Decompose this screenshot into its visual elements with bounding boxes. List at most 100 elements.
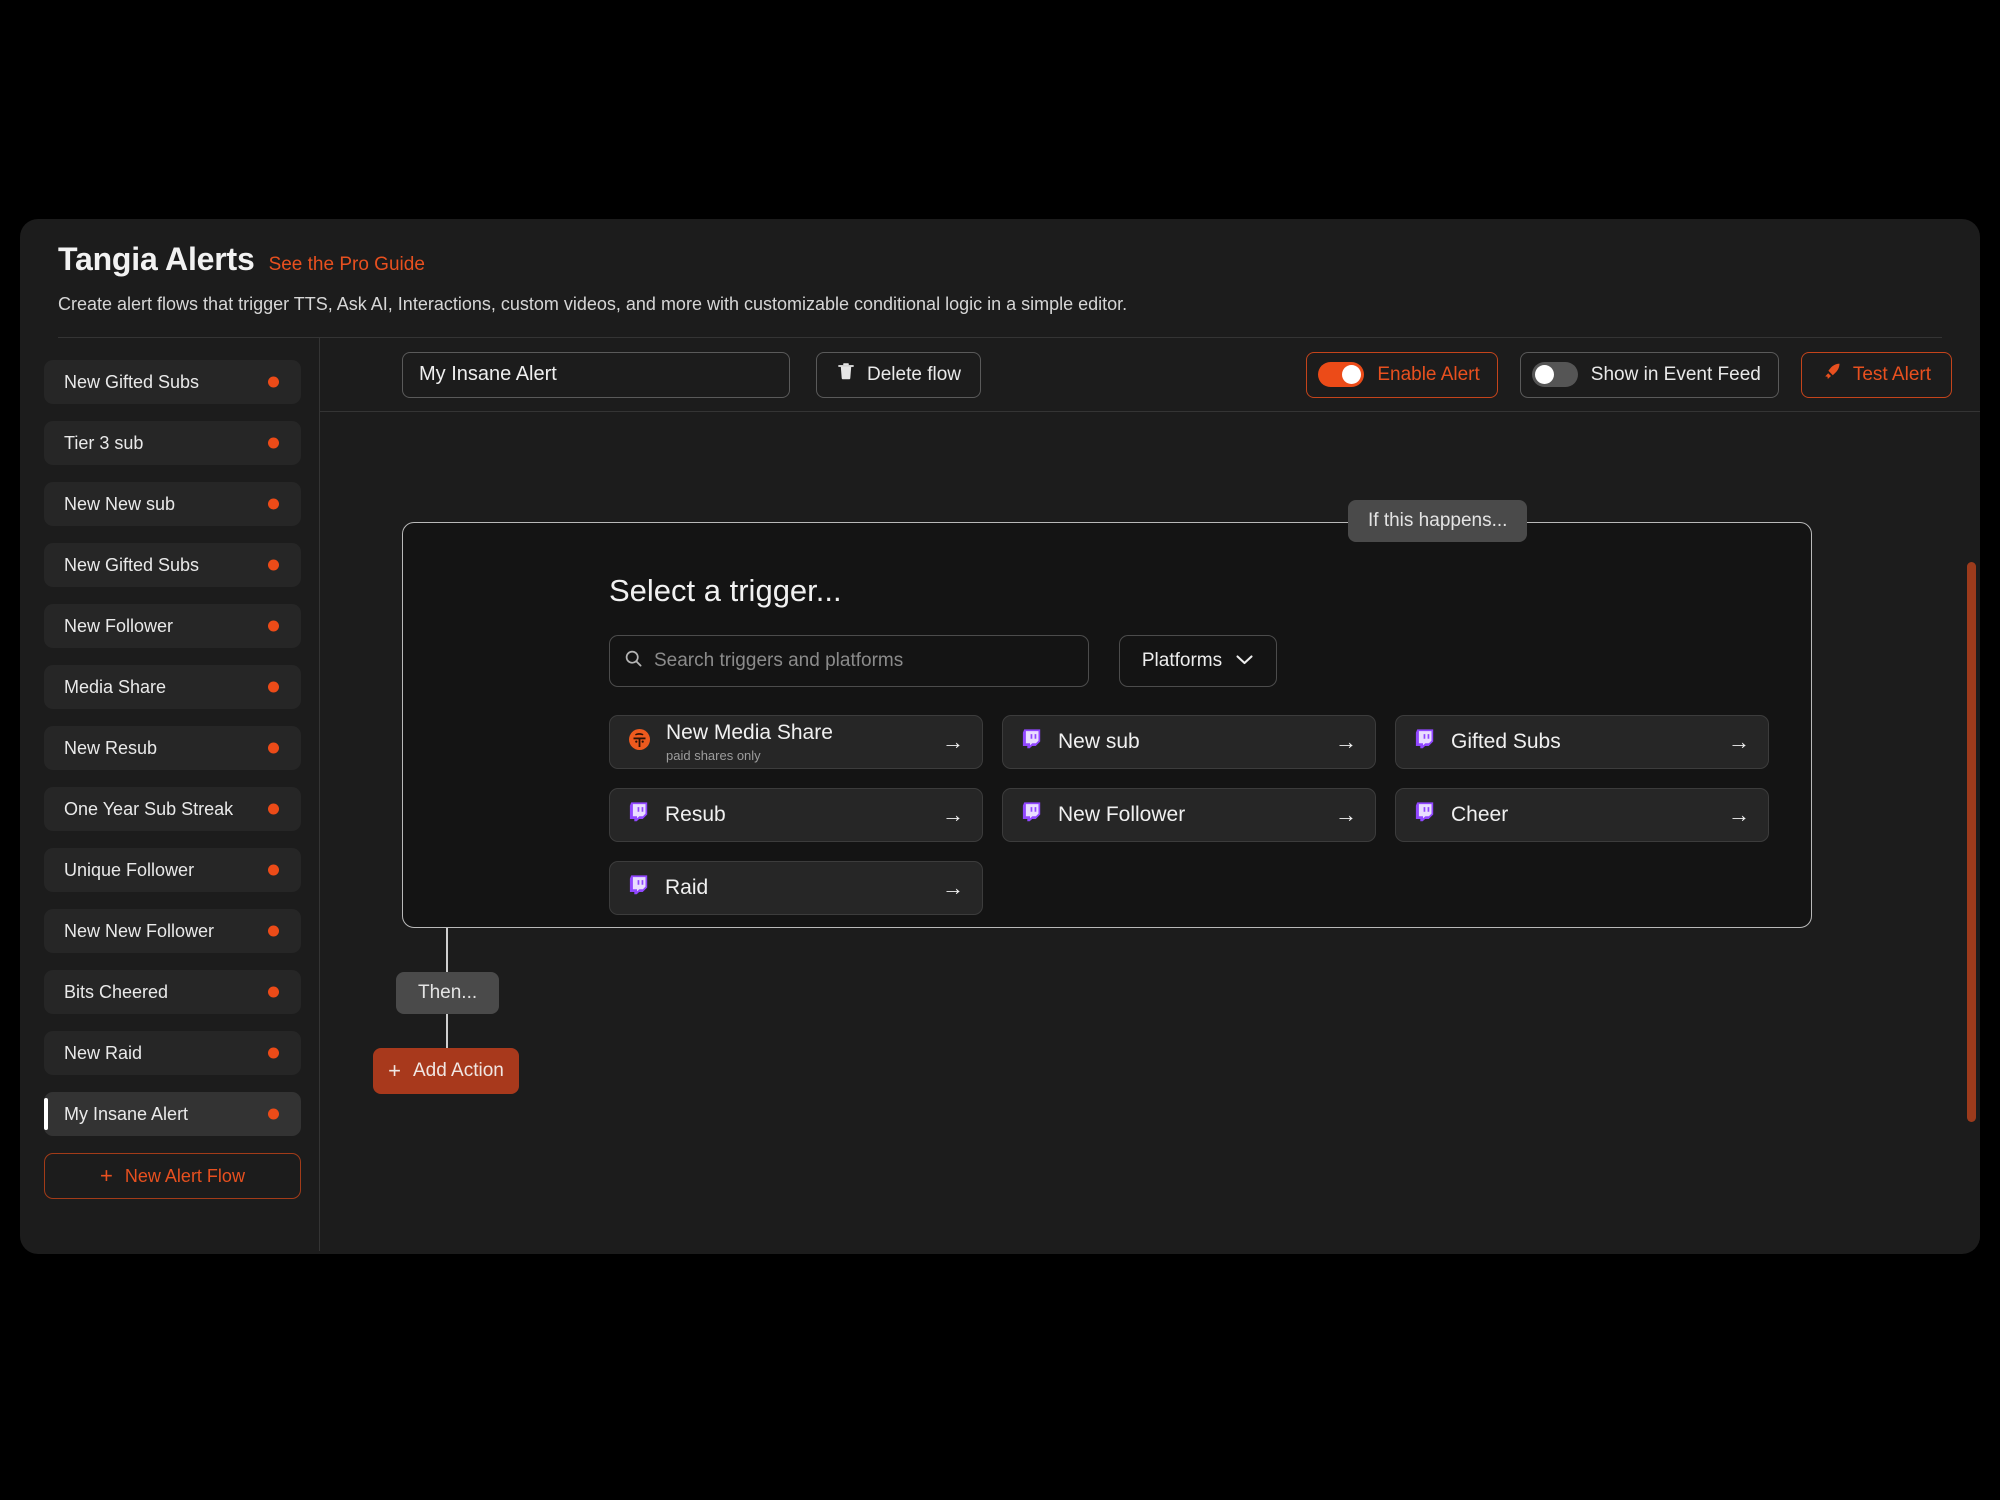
add-action-button[interactable]: + Add Action [373,1048,519,1094]
sidebar-item-bits-cheered[interactable]: Bits Cheered [44,970,301,1014]
arrow-right-icon: → [942,802,964,827]
flow-name-input[interactable] [402,351,790,398]
body-split: New Gifted Subs Tier 3 sub New New sub New … [20,338,1980,1251]
sidebar-item-new-follower[interactable]: New Follower [44,604,301,648]
new-alert-flow-button[interactable]: + New Alert Flow [44,1153,301,1199]
twitch-icon [1020,727,1044,757]
sidebar-item-new-resub[interactable]: New Resub [44,726,301,770]
trigger-card-label: Resub [665,802,726,826]
status-dot-icon [268,925,279,937]
title-row: Tangia Alerts See the Pro Guide [58,241,1942,278]
trigger-card-gifted-subs[interactable]: Gifted Subs → [1395,715,1769,769]
delete-flow-button[interactable]: Delete flow [816,351,981,398]
trigger-card-new-sub[interactable]: New sub → [1002,715,1376,769]
arrow-right-icon: → [1335,729,1357,754]
trigger-card-resub[interactable]: Resub → [609,788,983,842]
sidebar-item-label: Tier 3 sub [64,432,144,453]
trigger-grid: New Media Share paid shares only → New sub →… [609,715,1769,915]
trash-icon [836,361,856,388]
status-dot-icon [268,681,279,693]
arrow-right-icon: → [1335,802,1357,827]
trigger-card-new-follower[interactable]: New Follower → [1002,788,1376,842]
show-in-event-feed-label: Show in Event Feed [1590,363,1761,385]
rocket-icon [1822,361,1843,388]
status-dot-icon [268,620,279,632]
sidebar-item-new-gifted-subs[interactable]: New Gifted Subs [44,543,301,587]
sidebar-item-label: Bits Cheered [64,981,169,1002]
trigger-search-input[interactable] [654,650,1074,672]
if-this-happens-chip: If this happens... [1348,500,1528,542]
sidebar-item-one-year-sub-streak[interactable]: One Year Sub Streak [44,787,301,831]
trigger-card-label: Raid [665,875,709,899]
sidebar-item-label: Unique Follower [64,859,195,880]
switch-knob [1534,365,1554,384]
show-in-event-feed-toggle[interactable]: Show in Event Feed [1519,351,1779,398]
trigger-card-cheer[interactable]: Cheer → [1395,788,1769,842]
sidebar-item-new-new-sub[interactable]: New New sub [44,482,301,526]
twitch-icon [627,800,651,830]
status-dot-icon [268,803,279,815]
page-title: Tangia Alerts [58,241,255,277]
alerts-app-card: Tangia Alerts See the Pro Guide Create a… [20,219,1980,1254]
status-dot-icon [268,1047,279,1059]
trigger-card-new-media-share[interactable]: New Media Share paid shares only → [609,715,983,769]
select-trigger-heading: Select a trigger... [609,573,842,608]
platforms-filter-dropdown[interactable]: Platforms [1119,635,1277,687]
arrow-right-icon: → [942,729,964,754]
plus-icon: + [388,1058,401,1083]
sidebar-item-media-share[interactable]: Media Share [44,665,301,709]
enable-alert-toggle[interactable]: Enable Alert [1306,351,1498,398]
status-dot-icon [268,498,279,510]
trigger-selection-panel: Select a trigger... Platforms [402,522,1812,928]
sidebar-item-tier-3-sub[interactable]: Tier 3 sub [44,421,301,465]
enable-alert-label: Enable Alert [1377,363,1480,385]
twitch-icon [1413,727,1437,757]
arrow-right-icon: → [1728,729,1750,754]
sidebar-item-label: New Gifted Subs [64,554,200,575]
sidebar-item-unique-follower[interactable]: Unique Follower [44,848,301,892]
trigger-card-label: New Media Share [666,721,833,745]
show-in-event-feed-switch[interactable] [1531,362,1578,387]
sidebar-item-my-insane-alert[interactable]: My Insane Alert [44,1092,301,1136]
status-dot-icon [268,376,279,388]
switch-knob [1342,365,1362,384]
sidebar-item-label: New Gifted Subs [64,371,200,392]
chevron-down-icon [1235,650,1254,672]
delete-flow-label: Delete flow [867,363,961,385]
status-dot-icon [268,559,279,571]
page-subtitle: Create alert flows that trigger TTS, Ask… [58,294,1128,314]
flow-canvas: If this happens... Select a trigger... S… [320,412,1980,1251]
trigger-search-box[interactable] [609,635,1089,687]
enable-alert-switch[interactable] [1318,362,1365,387]
sidebar-item-new-new-follower[interactable]: New New Follower [44,909,301,953]
sidebar-item-label: Media Share [64,676,167,697]
twitch-icon [1020,800,1044,830]
sidebar-item-new-raid[interactable]: New Raid [44,1031,301,1075]
sidebar-item-new-gifted-subs[interactable]: New Gifted Subs [44,360,301,404]
canvas-scrollbar-thumb[interactable] [1967,562,1976,1122]
canvas-scrollbar-track[interactable] [1967,486,1978,1251]
status-dot-icon [268,1108,279,1120]
status-dot-icon [268,437,279,449]
test-alert-button[interactable]: Test Alert [1800,351,1952,398]
trigger-card-label: New sub [1058,729,1140,753]
alert-flow-list: New Gifted Subs Tier 3 sub New New sub New … [44,360,301,1136]
pro-guide-link[interactable]: See the Pro Guide [269,254,425,276]
test-alert-label: Test Alert [1852,363,1931,385]
trigger-card-label: Gifted Subs [1451,729,1561,753]
flow-toolbar: Delete flow Enable Alert Show in Event F… [320,338,1980,412]
status-dot-icon [268,742,279,754]
status-dot-icon [268,986,279,998]
platforms-label: Platforms [1141,650,1223,671]
sidebar-item-label: New New sub [64,493,176,514]
twitch-icon [1413,800,1437,830]
then-chip: Then... [396,972,500,1014]
trigger-card-label: New Follower [1058,802,1186,826]
sidebar-item-label: New Resub [64,737,158,758]
trigger-card-raid[interactable]: Raid → [609,861,983,915]
sidebar-item-label: My Insane Alert [64,1103,189,1124]
arrow-right-icon: → [942,875,964,900]
sidebar-item-label: New Follower [64,615,174,636]
status-dot-icon [268,864,279,876]
trigger-card-texts: Cheer [1451,803,1508,827]
